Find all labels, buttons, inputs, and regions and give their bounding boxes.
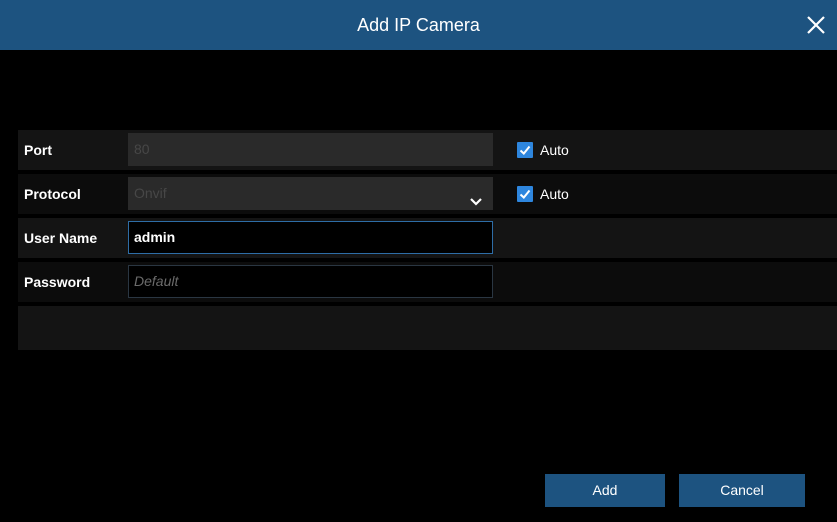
port-label: Port [24,142,52,158]
title-bar: Add IP Camera [0,0,837,50]
protocol-row: Protocol Onvif Auto [18,174,837,214]
password-label: Password [24,274,91,290]
protocol-select[interactable]: Onvif [128,177,493,210]
chevron-down-icon [469,188,483,206]
port-auto-label: Auto [540,142,569,158]
add-button[interactable]: Add [545,474,665,507]
protocol-value: Onvif [134,185,167,201]
close-icon[interactable] [801,10,831,40]
protocol-auto-checkbox[interactable]: Auto [517,186,569,202]
cancel-button[interactable]: Cancel [679,474,805,507]
password-input[interactable]: Default [128,265,493,298]
user-name-input[interactable]: admin [128,221,493,254]
port-row: Port 80 Auto [18,130,837,170]
password-row: Password Default [18,262,837,302]
user-name-row: User Name admin [18,218,837,258]
checkbox-checked-icon [517,186,533,202]
checkbox-checked-icon [517,142,533,158]
add-ip-camera-dialog: Add IP Camera Port 80 Auto Protocol Onvi… [0,0,837,522]
empty-row [18,306,837,350]
port-auto-checkbox[interactable]: Auto [517,142,569,158]
protocol-label: Protocol [24,186,81,202]
port-input[interactable]: 80 [128,133,493,166]
protocol-auto-label: Auto [540,186,569,202]
user-name-label: User Name [24,230,98,246]
dialog-title: Add IP Camera [357,15,480,35]
